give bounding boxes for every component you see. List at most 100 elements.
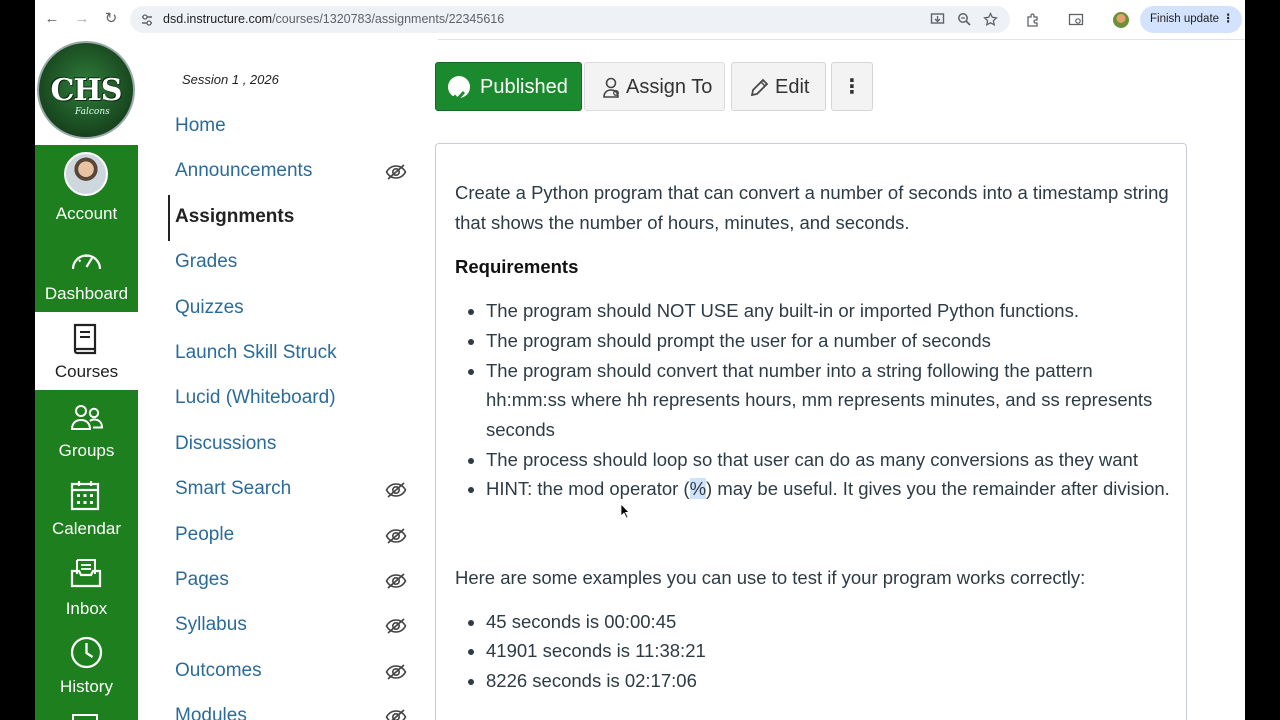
course-nav-label: Outcomes xyxy=(175,659,262,681)
eye-slash-icon xyxy=(385,709,407,720)
commons-icon xyxy=(72,714,98,720)
global-nav-label: Calendar xyxy=(52,519,121,538)
course-nav-label: Smart Search xyxy=(175,478,292,500)
eye-slash-icon xyxy=(385,527,407,544)
address-bar[interactable]: dsd.instructure.com/courses/1320783/assi… xyxy=(130,6,1010,33)
text-selection-highlight: % xyxy=(689,478,707,500)
global-nav-dashboard[interactable]: Dashboard xyxy=(35,234,138,312)
global-nav-label: Inbox xyxy=(65,599,108,618)
zoom-icon[interactable] xyxy=(957,12,972,27)
global-nav-label: Groups xyxy=(58,441,115,460)
site-settings-icon[interactable] xyxy=(140,13,154,27)
course-nav-label: Pages xyxy=(175,569,229,590)
published-label: Published xyxy=(480,76,568,98)
course-nav-item-syllabus[interactable]: Syllabus xyxy=(175,614,415,644)
course-nav-label: Assignments xyxy=(175,205,295,227)
hint-text-after: ) may be useful. It gives you the remain… xyxy=(706,478,1170,500)
list-item: 8226 seconds is 02:17:06 xyxy=(486,666,1175,696)
avatar xyxy=(64,152,108,196)
list-item: The process should loop so that user can… xyxy=(486,445,1175,475)
course-nav-item-assignments[interactable]: Assignments xyxy=(175,206,415,236)
install-app-icon[interactable] xyxy=(930,12,945,27)
logo-emblem: CHS Falcons xyxy=(37,41,135,139)
course-nav-item-discussions[interactable]: Discussions xyxy=(175,433,415,463)
groups-icon xyxy=(70,405,104,430)
course-nav-item-quizzes[interactable]: Quizzes xyxy=(175,297,415,327)
course-nav-item-grades[interactable]: Grades xyxy=(175,251,415,281)
course-nav-label: Discussions xyxy=(175,432,277,454)
check-circle-icon xyxy=(448,76,470,102)
dashboard-icon xyxy=(71,254,102,270)
global-nav-calendar[interactable]: Calendar xyxy=(35,469,138,547)
course-nav-label: Quizzes xyxy=(175,296,244,318)
list-item: The program should convert that number i… xyxy=(486,356,1175,445)
global-nav-account[interactable]: Account xyxy=(35,145,138,223)
course-nav-label: Modules xyxy=(175,705,247,720)
logo-subtext: Falcons xyxy=(75,107,110,117)
course-nav-item-smart-search[interactable]: Smart Search xyxy=(175,478,415,508)
tab-search-icon[interactable] xyxy=(1068,12,1084,28)
more-vert-icon: ⋮ xyxy=(842,76,862,98)
finish-update-button[interactable]: Finish update ⋮ xyxy=(1140,6,1242,33)
course-nav-label: Lucid (Whiteboard) xyxy=(175,387,336,409)
global-nav-inbox[interactable]: Inbox xyxy=(35,548,138,626)
global-nav-history[interactable]: History xyxy=(35,627,138,705)
eye-slash-icon xyxy=(385,482,407,498)
course-nav-item-lucid-whiteboard[interactable]: Lucid (Whiteboard) xyxy=(175,387,415,417)
global-nav: CHS Falcons Account Dashboard Courses Gr… xyxy=(35,39,138,720)
course-nav-item-announcements[interactable]: Announcements xyxy=(175,160,415,190)
reload-icon[interactable]: ↻ xyxy=(100,8,122,30)
requirements-list: The program should NOT USE any built-in … xyxy=(455,296,1175,504)
description-body: Create a Python program that can convert… xyxy=(455,178,1175,696)
edit-button[interactable]: Edit xyxy=(731,62,826,111)
more-options-button[interactable]: ⋮ xyxy=(831,62,873,111)
global-nav-groups[interactable]: Groups xyxy=(35,391,138,469)
global-nav-courses[interactable]: Courses xyxy=(35,312,138,390)
published-button[interactable]: Published xyxy=(435,62,582,111)
list-item: 45 seconds is 00:00:45 xyxy=(486,607,1175,637)
description-intro: Create a Python program that can convert… xyxy=(455,182,1169,233)
url-path: /courses/1320783/assignments/22345616 xyxy=(272,12,505,26)
active-indicator xyxy=(168,195,170,241)
school-logo[interactable]: CHS Falcons xyxy=(35,39,138,145)
hint-text-before: HINT: the mod operator ( xyxy=(486,478,690,500)
course-nav-item-home[interactable]: Home xyxy=(175,115,415,145)
course-nav-item-launch-skill-struck[interactable]: Launch Skill Struck xyxy=(175,342,415,372)
course-nav-item-pages[interactable]: Pages xyxy=(175,569,415,599)
course-nav-item-people[interactable]: People xyxy=(175,524,415,554)
extensions-icon[interactable] xyxy=(1025,12,1041,28)
global-nav-label: Dashboard xyxy=(44,284,129,303)
calendar-icon xyxy=(70,481,100,511)
course-nav-label: Announcements xyxy=(175,160,313,182)
profile-icon[interactable] xyxy=(1113,12,1129,28)
course-nav-item-outcomes[interactable]: Outcomes xyxy=(175,660,415,690)
url-host: dsd.instructure.com xyxy=(163,12,273,26)
course-nav-item-modules[interactable]: Modules xyxy=(175,705,415,720)
requirements-heading: Requirements xyxy=(455,256,579,278)
list-item: The program should NOT USE any built-in … xyxy=(486,296,1175,326)
assign-to-button[interactable]: Assign To xyxy=(584,62,725,111)
global-nav-label: Account xyxy=(55,204,118,223)
global-nav-label: History xyxy=(60,677,113,696)
browser-window: ← → ↻ dsd.instructure.com/courses/132078… xyxy=(35,0,1245,720)
eye-slash-icon xyxy=(385,164,407,181)
logo-text: CHS xyxy=(50,73,123,108)
list-item: 41901 seconds is 11:38:21 xyxy=(486,636,1175,666)
examples-list: 45 seconds is 00:00:45 41901 seconds is … xyxy=(455,607,1175,696)
global-nav-label: Courses xyxy=(54,362,119,381)
mouse-cursor-icon xyxy=(620,503,630,519)
pencil-icon xyxy=(750,78,769,97)
url-text: dsd.instructure.com/courses/1320783/assi… xyxy=(163,12,504,26)
course-nav-label: Grades xyxy=(175,251,238,273)
global-nav-more[interactable] xyxy=(35,705,138,720)
history-icon xyxy=(70,636,103,669)
session-label: Session 1 , 2026 xyxy=(182,72,279,87)
finish-update-label: Finish update xyxy=(1150,13,1220,25)
hint-list-item: HINT: the mod operator (%) may be useful… xyxy=(486,474,1175,504)
examples-intro: Here are some examples you can use to te… xyxy=(455,567,1086,589)
bookmark-star-icon[interactable] xyxy=(983,12,998,27)
course-nav-label: People xyxy=(175,523,235,545)
back-icon[interactable]: ← xyxy=(41,8,63,30)
course-nav: Session 1 , 2026 Home Announcements Assign… xyxy=(138,39,438,720)
forward-icon[interactable]: → xyxy=(71,8,93,30)
